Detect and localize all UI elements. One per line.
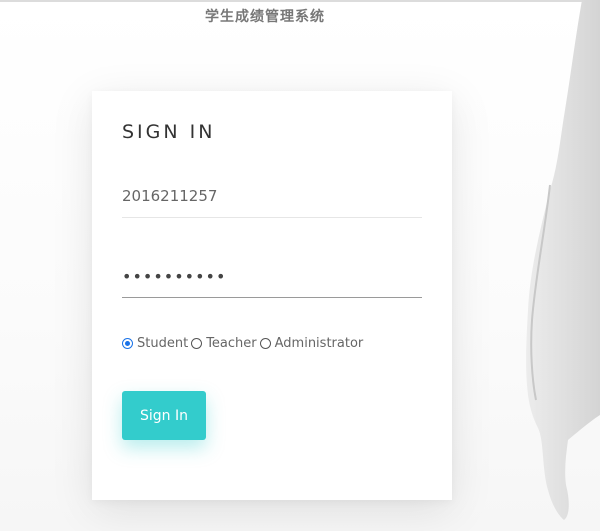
username-input[interactable] (122, 181, 422, 218)
login-page: 学生成绩管理系统 SIGN IN Student Teacher (0, 0, 600, 531)
login-card: SIGN IN Student Teacher Administrator Si… (92, 91, 452, 500)
radio-student[interactable] (122, 338, 133, 349)
role-teacher-label: Teacher (206, 336, 257, 351)
signin-heading: SIGN IN (122, 121, 216, 143)
password-input[interactable] (122, 261, 422, 298)
role-teacher-option[interactable]: Teacher (191, 336, 257, 351)
sign-in-button[interactable]: Sign In (122, 391, 206, 440)
top-border (0, 0, 600, 2)
role-administrator-option[interactable]: Administrator (259, 336, 364, 351)
radio-administrator[interactable] (259, 338, 271, 349)
radio-teacher[interactable] (191, 338, 203, 349)
site-title: 学生成绩管理系统 (205, 9, 325, 25)
role-student-label: Student (137, 336, 189, 351)
role-administrator-label: Administrator (274, 336, 364, 351)
role-student-option[interactable]: Student (122, 336, 188, 351)
background-figure-image (526, 0, 600, 520)
role-radio-group: Student Teacher Administrator (122, 336, 366, 351)
